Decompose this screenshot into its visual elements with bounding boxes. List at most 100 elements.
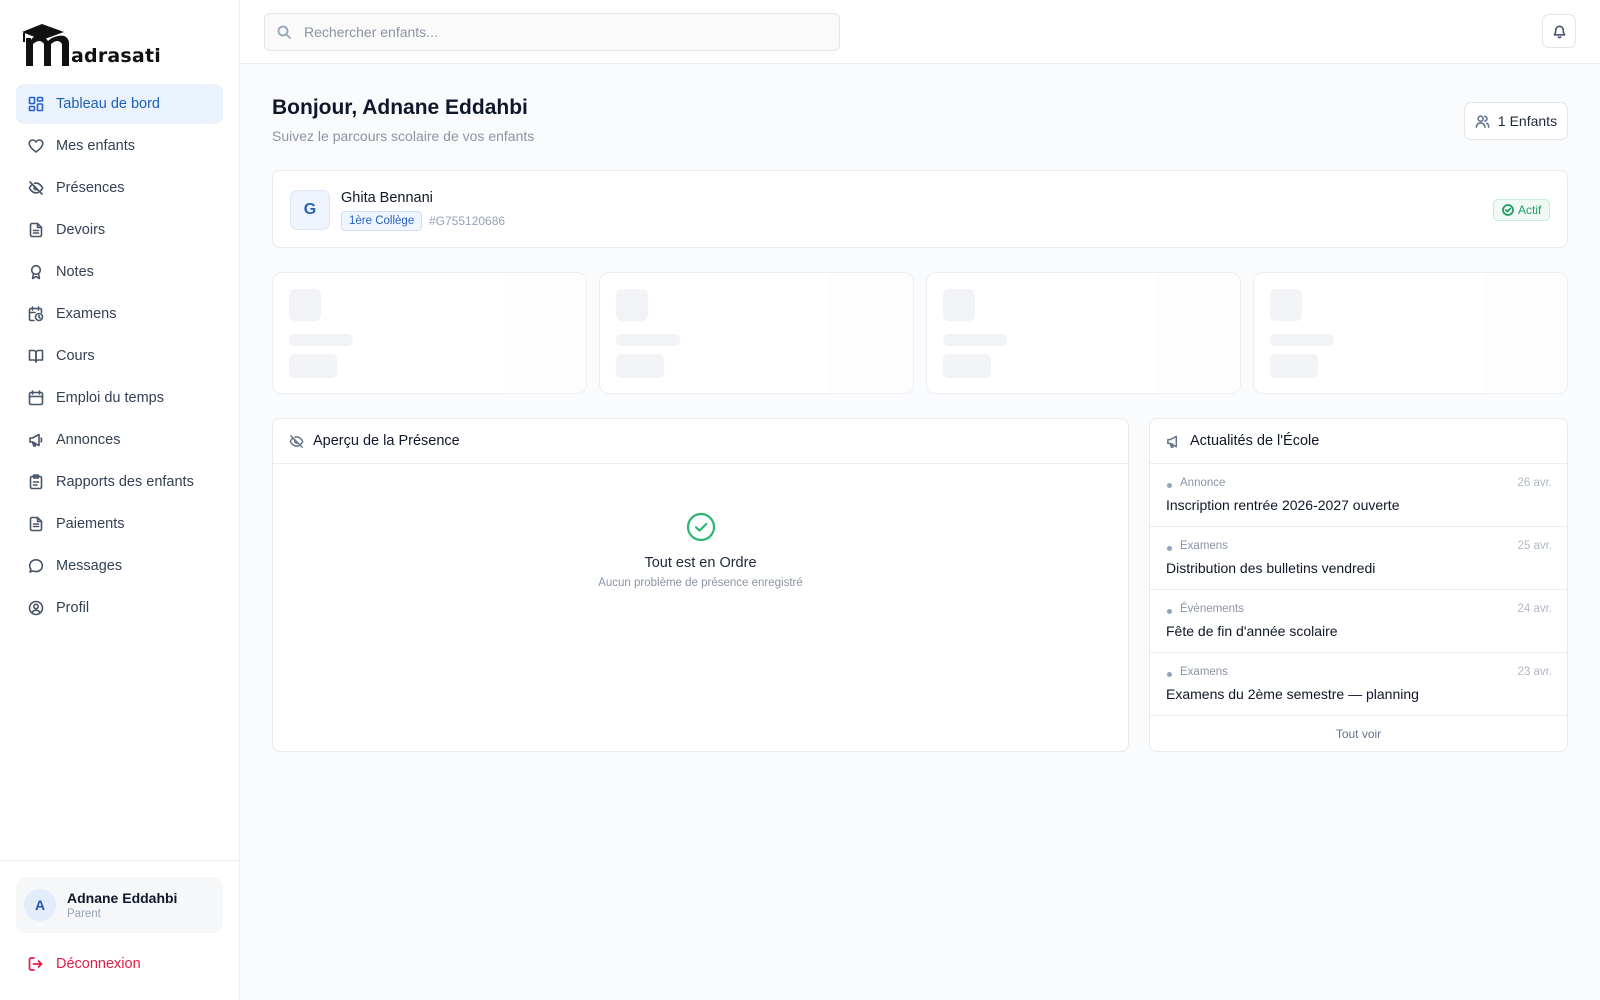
sidebar-item-mes-enfants[interactable]: Mes enfants	[16, 126, 223, 166]
sidebar-item-label: Mes enfants	[56, 138, 135, 154]
sidebar-item-annonces[interactable]: Annonces	[16, 420, 223, 460]
news-item[interactable]: Examens 23 avr. Examens du 2ème semestre…	[1150, 653, 1567, 716]
skeleton-line	[1270, 334, 1334, 346]
graduation-cap-logo-icon	[22, 24, 69, 66]
user-role: Parent	[67, 908, 101, 920]
book-icon	[28, 348, 44, 364]
news-category: Examens	[1180, 666, 1228, 678]
skeleton-value	[289, 354, 337, 378]
sidebar-item-notes[interactable]: Notes	[16, 252, 223, 292]
stat-card-loading	[1253, 272, 1568, 394]
bullet-dot	[1167, 546, 1172, 551]
notifications-button[interactable]	[1542, 14, 1576, 48]
sidebar-item-messages[interactable]: Messages	[16, 546, 223, 586]
sidebar-item-label: Cours	[56, 348, 95, 364]
sidebar: adrasati Tableau de bord Mes enfants Pré…	[0, 0, 240, 1000]
news-title: Fête de fin d'année scolaire	[1166, 623, 1338, 639]
skeleton-icon	[943, 289, 975, 321]
sidebar-item-label: Paiements	[56, 516, 125, 532]
sidebar-item-label: Profil	[56, 600, 90, 616]
check-circle-icon	[686, 512, 716, 542]
children-count-label: 1 Enfants	[1497, 113, 1558, 129]
dashboard-icon	[28, 96, 44, 112]
users-icon	[1475, 114, 1490, 128]
stat-card-loading	[599, 272, 914, 394]
check-circle-icon	[1502, 204, 1514, 216]
calendar-clock-icon	[28, 306, 44, 322]
news-title: Distribution des bulletins vendredi	[1166, 560, 1376, 576]
children-count-button[interactable]: 1 Enfants	[1464, 102, 1568, 140]
news-title: Examens du 2ème semestre — planning	[1166, 686, 1419, 702]
sidebar-item-devoirs[interactable]: Devoirs	[16, 210, 223, 250]
logout-label: Déconnexion	[56, 956, 141, 972]
app-logo[interactable]: adrasati	[20, 18, 161, 68]
sidebar-item-examens[interactable]: Examens	[16, 294, 223, 334]
search-icon	[277, 25, 291, 39]
news-panel-title: Actualités de l'École	[1190, 433, 1320, 449]
sidebar-item-label: Présences	[56, 180, 125, 196]
skeleton-icon	[289, 289, 321, 321]
school-news-panel: Actualités de l'École Annonce 26 avr. In…	[1149, 418, 1568, 752]
sidebar-item-label: Tableau de bord	[56, 96, 160, 112]
news-panel-header: Actualités de l'École	[1150, 419, 1567, 464]
sidebar-nav: Tableau de bord Mes enfants Présences De…	[16, 84, 223, 630]
megaphone-icon	[28, 432, 44, 448]
app-logo-text: adrasati	[71, 45, 161, 67]
child-avatar: G	[290, 190, 330, 230]
skeleton-icon	[616, 289, 648, 321]
sidebar-item-profil[interactable]: Profil	[16, 588, 223, 628]
attendance-panel-title: Aperçu de la Présence	[313, 433, 460, 449]
top-bar	[240, 0, 1600, 64]
news-date: 26 avr.	[1517, 477, 1552, 489]
attendance-ok-subtitle: Aucun problème de présence enregistré	[598, 577, 803, 589]
file-icon	[28, 222, 44, 238]
logout-button[interactable]: Déconnexion	[28, 956, 141, 972]
sidebar-item-rapports-des-enfants[interactable]: Rapports des enfants	[16, 462, 223, 502]
stat-card-loading	[272, 272, 587, 394]
skeleton-value	[943, 354, 991, 378]
bell-icon	[1553, 25, 1565, 38]
news-category: Annonce	[1180, 477, 1226, 489]
sidebar-item-cours[interactable]: Cours	[16, 336, 223, 376]
news-item[interactable]: Examens 25 avr. Distribution des bulleti…	[1150, 527, 1567, 590]
sidebar-item-tableau-de-bord[interactable]: Tableau de bord	[16, 84, 223, 124]
status-label: Actif	[1518, 203, 1542, 217]
skeleton-icon	[1270, 289, 1302, 321]
search-box[interactable]	[264, 13, 840, 51]
news-item[interactable]: Annonce 26 avr. Inscription rentrée 2026…	[1150, 464, 1567, 527]
sidebar-item-paiements[interactable]: Paiements	[16, 504, 223, 544]
skeleton-value	[1270, 354, 1318, 378]
sidebar-item-label: Emploi du temps	[56, 390, 164, 406]
child-card[interactable]: G Ghita Bennani 1ère Collège #G755120686…	[272, 170, 1568, 248]
sidebar-item-label: Rapports des enfants	[56, 474, 194, 490]
grade-badge: 1ère Collège	[341, 211, 423, 231]
news-date: 25 avr.	[1517, 540, 1552, 552]
bullet-dot	[1167, 609, 1172, 614]
calendar-icon	[28, 390, 44, 406]
attendance-empty-state: Tout est en Ordre Aucun problème de prés…	[273, 512, 1128, 589]
skeleton-line	[289, 334, 353, 346]
sidebar-item-emploi-du-temps[interactable]: Emploi du temps	[16, 378, 223, 418]
clipboard-icon	[28, 474, 44, 490]
stat-card-loading	[926, 272, 1241, 394]
news-category: Évènements	[1180, 603, 1244, 615]
search-input[interactable]	[304, 24, 824, 40]
message-icon	[28, 558, 44, 574]
eye-off-icon	[289, 434, 304, 448]
sidebar-item-presences[interactable]: Présences	[16, 168, 223, 208]
news-date: 23 avr.	[1517, 666, 1552, 678]
child-id: #G755120686	[429, 214, 506, 228]
award-icon	[28, 264, 44, 280]
status-badge: Actif	[1493, 199, 1551, 221]
sidebar-item-label: Notes	[56, 264, 94, 280]
sidebar-item-label: Annonces	[56, 432, 121, 448]
news-category: Examens	[1180, 540, 1228, 552]
user-card[interactable]: A Adnane Eddahbi Parent	[16, 877, 223, 933]
heart-icon	[28, 138, 44, 154]
news-item[interactable]: Évènements 24 avr. Fête de fin d'année s…	[1150, 590, 1567, 653]
sidebar-item-label: Examens	[56, 306, 117, 322]
see-all-news-link[interactable]: Tout voir	[1150, 716, 1567, 751]
megaphone-icon	[1167, 435, 1178, 448]
sidebar-item-label: Devoirs	[56, 222, 106, 238]
attendance-panel-header: Aperçu de la Présence	[273, 419, 1128, 464]
